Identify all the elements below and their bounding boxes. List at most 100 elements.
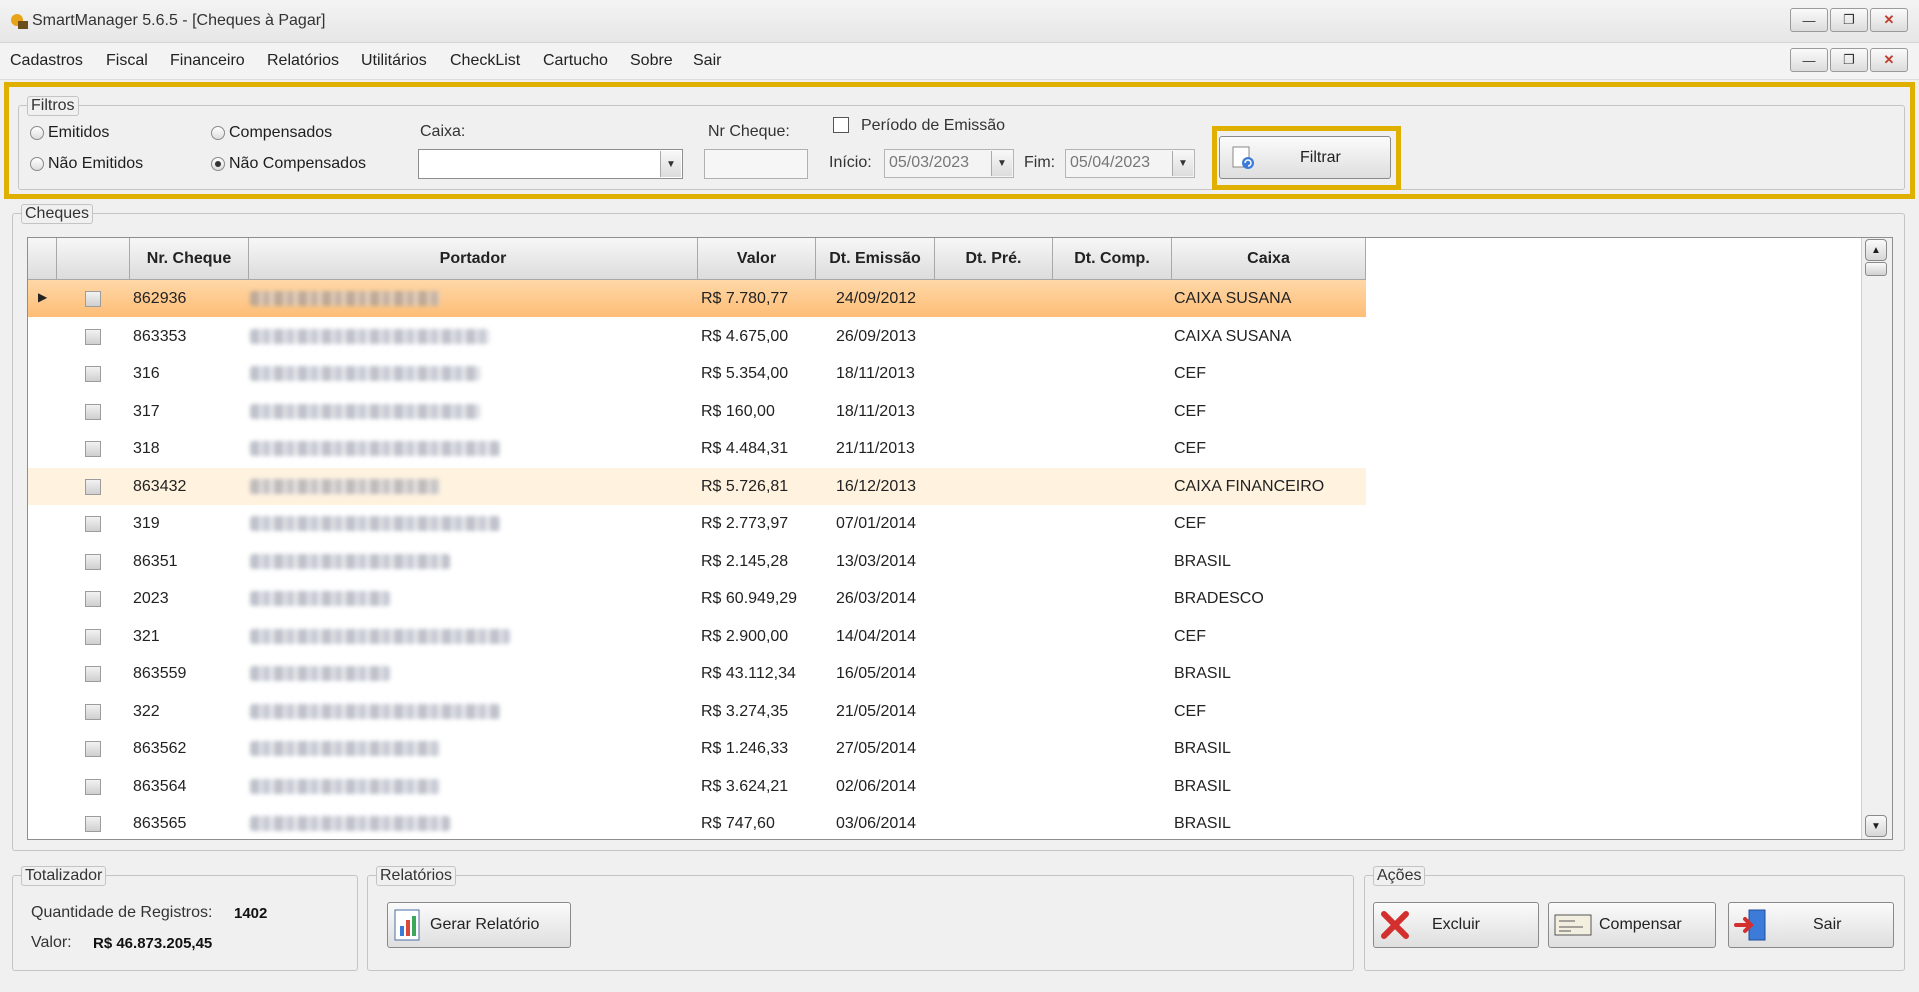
row-select-checkbox[interactable]: [85, 553, 101, 570]
menu-cartucho[interactable]: Cartucho: [543, 52, 608, 70]
valor-total-label: Valor:: [31, 934, 72, 951]
inicio-date-picker[interactable]: 05/03/2023 ▼: [884, 149, 1014, 178]
mdi-restore-icon[interactable]: ❐: [1830, 48, 1868, 72]
table-row[interactable]: 863432 R$ 5.726,81 16/12/2013 CAIXA FINANCE…: [28, 467, 1366, 505]
cell-portador-redacted: [250, 703, 500, 719]
col-dt-pre[interactable]: Dt. Pré.: [935, 238, 1053, 280]
col-nr-cheque[interactable]: Nr. Cheque: [130, 238, 249, 280]
cell-valor: R$ 747,60: [701, 815, 775, 832]
row-select-checkbox[interactable]: [85, 816, 101, 832]
table-row[interactable]: 863564 R$ 3.624,21 02/06/2014 BRASIL: [28, 768, 1366, 805]
fim-dropdown-icon[interactable]: ▼: [1172, 151, 1193, 176]
fim-date-picker[interactable]: 05/04/2023 ▼: [1065, 149, 1195, 178]
table-row[interactable]: 2023 R$ 60.949,29 26/03/2014 BRADESCO: [28, 580, 1366, 617]
mdi-minimize-icon[interactable]: —: [1790, 48, 1828, 72]
table-row[interactable]: 863559 R$ 43.112,34 16/05/2014 BRASIL: [28, 655, 1366, 692]
radio-compensados-circle[interactable]: [211, 126, 225, 140]
excluir-button[interactable]: Excluir: [1373, 902, 1539, 948]
inicio-date-value: 05/03/2023: [889, 154, 970, 171]
minimize-icon[interactable]: —: [1790, 8, 1828, 32]
cell-nr-cheque: 863565: [133, 815, 187, 832]
menu-sobre[interactable]: Sobre: [630, 52, 673, 70]
table-row[interactable]: 316 R$ 5.354,00 18/11/2013 CEF: [28, 355, 1366, 392]
cell-dt-emissao: 27/05/2014: [836, 740, 917, 757]
radio-emitidos[interactable]: Emitidos: [30, 124, 109, 142]
cell-dt-emissao: 18/11/2013: [836, 365, 915, 382]
menu-relatorios[interactable]: Relatórios: [267, 52, 339, 70]
row-select-checkbox[interactable]: [85, 703, 101, 720]
sair-button[interactable]: Sair: [1728, 902, 1894, 948]
row-select-checkbox[interactable]: [85, 778, 101, 795]
table-row[interactable]: 317 R$ 160,00 18/11/2013 CEF: [28, 393, 1366, 430]
scroll-up-icon[interactable]: ▲: [1865, 239, 1887, 261]
compensar-button[interactable]: Compensar: [1548, 902, 1716, 948]
row-select-checkbox[interactable]: [85, 741, 101, 757]
radio-nao-compensados[interactable]: Não Compensados: [211, 155, 366, 173]
cell-valor: R$ 4.675,00: [701, 327, 789, 345]
table-row[interactable]: 863353 R$ 4.675,00 26/09/2013 CAIXA SUSANA: [28, 318, 1366, 355]
radio-nao-compensados-circle[interactable]: [211, 157, 225, 171]
cell-nr-cheque: 318: [133, 440, 160, 457]
close-icon[interactable]: ✕: [1870, 8, 1908, 32]
cell-portador-redacted: [250, 366, 480, 381]
caixa-label: Caixa:: [420, 123, 466, 140]
radio-compensados[interactable]: Compensados: [211, 124, 332, 142]
col-dt-comp[interactable]: Dt. Comp.: [1053, 238, 1172, 280]
radio-emitidos-circle[interactable]: [30, 126, 44, 140]
table-row[interactable]: 318 R$ 4.484,31 21/11/2013 CEF: [28, 430, 1366, 467]
table-row[interactable]: 863565 R$ 747,60 03/06/2014 BRASIL: [28, 805, 1366, 839]
row-select-checkbox[interactable]: [85, 628, 101, 645]
periodo-emissao-checkbox[interactable]: [833, 117, 849, 133]
scroll-down-icon[interactable]: ▼: [1865, 815, 1887, 837]
col-dt-emissao[interactable]: Dt. Emissão: [816, 238, 935, 280]
mdi-close-icon[interactable]: ✕: [1870, 48, 1908, 72]
menu-fiscal[interactable]: Fiscal: [106, 52, 148, 70]
inicio-dropdown-icon[interactable]: ▼: [991, 151, 1012, 176]
vertical-scrollbar[interactable]: ▲ ▼: [1861, 238, 1892, 839]
cell-caixa: BRASIL: [1174, 552, 1231, 570]
table-row[interactable]: ▶ 862936 R$ 7.780,77 24/09/2012 CAIXA SUSANA: [28, 280, 1366, 317]
cell-portador-redacted: [250, 741, 440, 756]
cheques-legend: Cheques: [21, 204, 94, 224]
scroll-thumb[interactable]: [1865, 262, 1887, 276]
gerar-relatorio-button[interactable]: Gerar Relatório: [387, 902, 571, 948]
row-select-checkbox[interactable]: [85, 516, 101, 532]
cell-nr-cheque: 86351: [133, 552, 178, 570]
radio-nao-emitidos-circle[interactable]: [30, 157, 44, 171]
radio-nao-compensados-label: Não Compensados: [229, 155, 366, 172]
table-row[interactable]: 322 R$ 3.274,35 21/05/2014 CEF: [28, 693, 1366, 730]
radio-nao-emitidos-label: Não Emitidos: [48, 155, 144, 172]
cell-dt-emissao: 18/11/2013: [836, 402, 915, 420]
menu-financeiro[interactable]: Financeiro: [170, 52, 245, 70]
restore-icon[interactable]: ❐: [1830, 8, 1868, 32]
table-row[interactable]: 863562 R$ 1.246,33 27/05/2014 BRASIL: [28, 730, 1366, 767]
menu-cadastros[interactable]: Cadastros: [10, 52, 83, 70]
cell-dt-emissao: 13/03/2014: [836, 552, 917, 570]
row-select-checkbox[interactable]: [85, 591, 101, 607]
radio-compensados-label: Compensados: [229, 124, 333, 141]
table-row[interactable]: 319 R$ 2.773,97 07/01/2014 CEF: [28, 505, 1366, 542]
row-select-checkbox[interactable]: [85, 291, 101, 307]
row-select-checkbox[interactable]: [85, 441, 101, 457]
radio-nao-emitidos[interactable]: Não Emitidos: [30, 155, 143, 173]
table-row[interactable]: 86351 R$ 2.145,28 13/03/2014 BRASIL: [28, 543, 1366, 580]
acoes-legend: Ações: [1373, 866, 1426, 886]
filtrar-button[interactable]: Filtrar: [1219, 136, 1391, 179]
row-select-checkbox[interactable]: [85, 666, 101, 682]
col-portador[interactable]: Portador: [249, 238, 698, 280]
row-select-checkbox[interactable]: [85, 366, 101, 382]
col-valor[interactable]: Valor: [698, 238, 816, 280]
nr-cheque-input[interactable]: [704, 149, 808, 179]
caixa-select[interactable]: ▼: [418, 149, 683, 179]
row-select-checkbox[interactable]: [85, 328, 101, 345]
menu-checklist[interactable]: CheckList: [450, 52, 520, 70]
row-select-checkbox[interactable]: [85, 478, 101, 495]
menu-utilitarios[interactable]: Utilitários: [361, 52, 427, 70]
cell-valor: R$ 5.726,81: [701, 477, 789, 495]
relatorios-legend: Relatórios: [376, 866, 457, 886]
menu-sair[interactable]: Sair: [693, 52, 721, 70]
table-row[interactable]: 321 R$ 2.900,00 14/04/2014 CEF: [28, 618, 1366, 655]
col-caixa[interactable]: Caixa: [1172, 238, 1366, 280]
row-select-checkbox[interactable]: [85, 403, 101, 420]
caixa-dropdown-icon[interactable]: ▼: [660, 151, 681, 177]
